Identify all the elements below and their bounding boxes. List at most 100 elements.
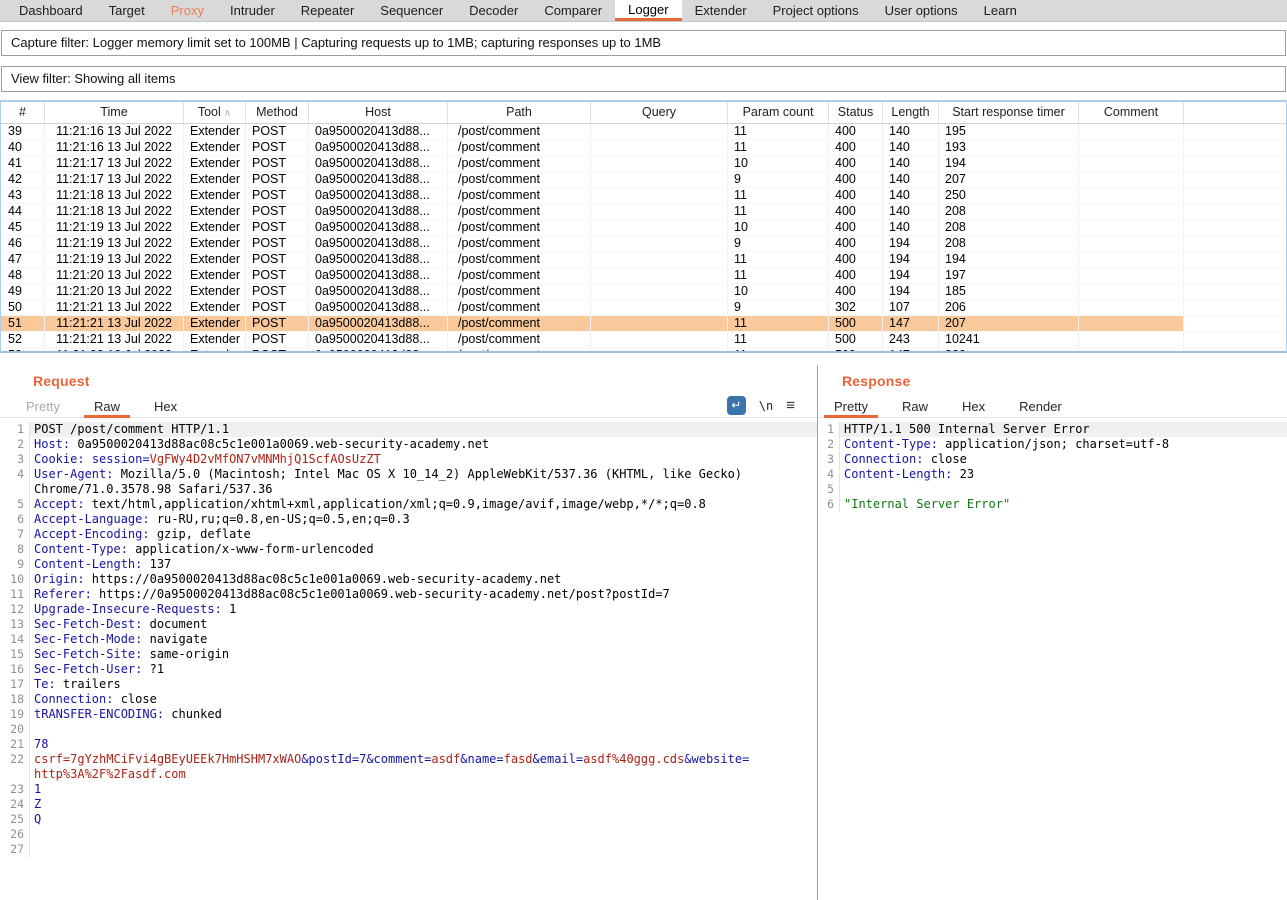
column-header-comment[interactable]: Comment (1079, 102, 1184, 123)
table-row[interactable]: 4911:21:20 13 Jul 2022ExtenderPOST0a9500… (1, 284, 1286, 300)
menu-tab-proxy[interactable]: Proxy (158, 0, 217, 21)
column-header-start-response-timer[interactable]: Start response timer (939, 102, 1079, 123)
table-row[interactable]: 4011:21:16 13 Jul 2022ExtenderPOST0a9500… (1, 140, 1286, 156)
table-row[interactable]: 5211:21:21 13 Jul 2022ExtenderPOST0a9500… (1, 332, 1286, 348)
editor-line: 2Host: 0a9500020413d88ac08c5c1e001a0069.… (0, 437, 817, 452)
cell-num: 41 (1, 156, 45, 172)
column-header-query[interactable]: Query (591, 102, 728, 123)
menu-tab-extender[interactable]: Extender (682, 0, 760, 21)
editor-line: 14Sec-Fetch-Mode: navigate (0, 632, 817, 647)
column-header-tool[interactable]: Tool∧ (184, 102, 246, 123)
view-filter-bar[interactable]: View filter: Showing all items (1, 66, 1286, 92)
cell-tool: Extender (184, 236, 246, 252)
column-header-path[interactable]: Path (448, 102, 591, 123)
table-row[interactable]: 5311:21:22 13 Jul 2022ExtenderPOST0a9500… (1, 348, 1286, 353)
menu-tab-dashboard[interactable]: Dashboard (6, 0, 96, 21)
response-editor[interactable]: 1HTTP/1.1 500 Internal Server Error2Cont… (818, 422, 1287, 900)
table-row[interactable]: 4311:21:18 13 Jul 2022ExtenderPOST0a9500… (1, 188, 1286, 204)
table-row[interactable]: 4811:21:20 13 Jul 2022ExtenderPOST0a9500… (1, 268, 1286, 284)
cell-path: /post/comment (448, 204, 591, 220)
request-tab-raw[interactable]: Raw (94, 397, 120, 416)
word-wrap-icon[interactable]: ↵ (727, 396, 746, 415)
capture-filter-bar[interactable]: Capture filter: Logger memory limit set … (1, 30, 1286, 56)
cell-path: /post/comment (448, 300, 591, 316)
cell-tool: Extender (184, 188, 246, 204)
menu-tab-user-options[interactable]: User options (872, 0, 971, 21)
line-content: Connection: close (30, 692, 817, 707)
menu-tab-intruder[interactable]: Intruder (217, 0, 288, 21)
cell-host: 0a9500020413d88... (309, 220, 448, 236)
column-header-host[interactable]: Host (309, 102, 448, 123)
line-number (0, 767, 30, 782)
editor-line: 3Cookie: session=VgFWy4D2vMfON7vMNMhjQ1S… (0, 452, 817, 467)
table-row[interactable]: 4411:21:18 13 Jul 2022ExtenderPOST0a9500… (1, 204, 1286, 220)
table-row[interactable]: 4211:21:17 13 Jul 2022ExtenderPOST0a9500… (1, 172, 1286, 188)
cell-timer: 195 (939, 124, 1079, 140)
table-row[interactable]: 4711:21:19 13 Jul 2022ExtenderPOST0a9500… (1, 252, 1286, 268)
menu-tab-learn[interactable]: Learn (971, 0, 1030, 21)
cell-length: 194 (883, 252, 939, 268)
line-number: 15 (0, 647, 30, 662)
menu-tab-decoder[interactable]: Decoder (456, 0, 531, 21)
cell-timer: 222 (939, 348, 1079, 353)
editor-menu-icon[interactable]: ≡ (786, 397, 795, 414)
line-content: Host: 0a9500020413d88ac08c5c1e001a0069.w… (30, 437, 817, 452)
cell-tool: Extender (184, 156, 246, 172)
cell-path: /post/comment (448, 252, 591, 268)
menu-tab-logger[interactable]: Logger (615, 0, 681, 21)
line-number: 11 (0, 587, 30, 602)
menu-tab-repeater[interactable]: Repeater (288, 0, 367, 21)
line-number: 22 (0, 752, 30, 767)
line-content: Te: trailers (30, 677, 817, 692)
request-editor-icons: ↵ \n ≡ (727, 396, 795, 415)
cell-comment (1079, 140, 1184, 156)
column-header-method[interactable]: Method (246, 102, 309, 123)
menu-tab-sequencer[interactable]: Sequencer (367, 0, 456, 21)
line-content: Accept: text/html,application/xhtml+xml,… (30, 497, 817, 512)
cell-status: 400 (829, 172, 883, 188)
column-header-length[interactable]: Length (883, 102, 939, 123)
cell-query (591, 156, 728, 172)
line-content: HTTP/1.1 500 Internal Server Error (840, 422, 1287, 437)
editor-line: 3Connection: close (818, 452, 1287, 467)
table-row[interactable]: 5011:21:21 13 Jul 2022ExtenderPOST0a9500… (1, 300, 1286, 316)
response-tab-raw[interactable]: Raw (902, 397, 928, 416)
menu-tab-comparer[interactable]: Comparer (531, 0, 615, 21)
cell-method: POST (246, 332, 309, 348)
newline-toggle-icon[interactable]: \n (759, 399, 773, 413)
column-header-param-count[interactable]: Param count (728, 102, 829, 123)
request-tab-pretty[interactable]: Pretty (26, 397, 60, 416)
cell-timer: 206 (939, 300, 1079, 316)
cell-filler (1184, 300, 1287, 316)
cell-param-count: 9 (728, 172, 829, 188)
response-tab-pretty[interactable]: Pretty (834, 397, 868, 416)
response-tab-render[interactable]: Render (1019, 397, 1062, 416)
cell-timer: 208 (939, 220, 1079, 236)
line-number: 4 (818, 467, 840, 482)
table-row[interactable]: 4611:21:19 13 Jul 2022ExtenderPOST0a9500… (1, 236, 1286, 252)
menu-tab-project-options[interactable]: Project options (760, 0, 872, 21)
table-row[interactable]: 5111:21:21 13 Jul 2022ExtenderPOST0a9500… (1, 316, 1286, 332)
cell-method: POST (246, 156, 309, 172)
cell-timer: 250 (939, 188, 1079, 204)
line-content: User-Agent: Mozilla/5.0 (Macintosh; Inte… (30, 467, 817, 482)
cell-status: 500 (829, 348, 883, 353)
log-table-body: 3911:21:16 13 Jul 2022ExtenderPOST0a9500… (1, 124, 1286, 353)
line-content: Q (30, 812, 817, 827)
column-header-status[interactable]: Status (829, 102, 883, 123)
cell-length: 140 (883, 172, 939, 188)
editor-line: 6"Internal Server Error" (818, 497, 1287, 512)
table-row[interactable]: 3911:21:16 13 Jul 2022ExtenderPOST0a9500… (1, 124, 1286, 140)
response-tab-hex[interactable]: Hex (962, 397, 985, 416)
table-row[interactable]: 4111:21:17 13 Jul 2022ExtenderPOST0a9500… (1, 156, 1286, 172)
column-header--[interactable]: # (1, 102, 45, 123)
line-number: 6 (818, 497, 840, 512)
request-tab-hex[interactable]: Hex (154, 397, 177, 416)
request-editor[interactable]: 1POST /post/comment HTTP/1.12Host: 0a950… (0, 422, 817, 900)
table-row[interactable]: 4511:21:19 13 Jul 2022ExtenderPOST0a9500… (1, 220, 1286, 236)
cell-comment (1079, 188, 1184, 204)
sort-asc-icon: ∧ (224, 108, 231, 119)
column-header-time[interactable]: Time (45, 102, 184, 123)
menu-tab-target[interactable]: Target (96, 0, 158, 21)
line-number: 18 (0, 692, 30, 707)
